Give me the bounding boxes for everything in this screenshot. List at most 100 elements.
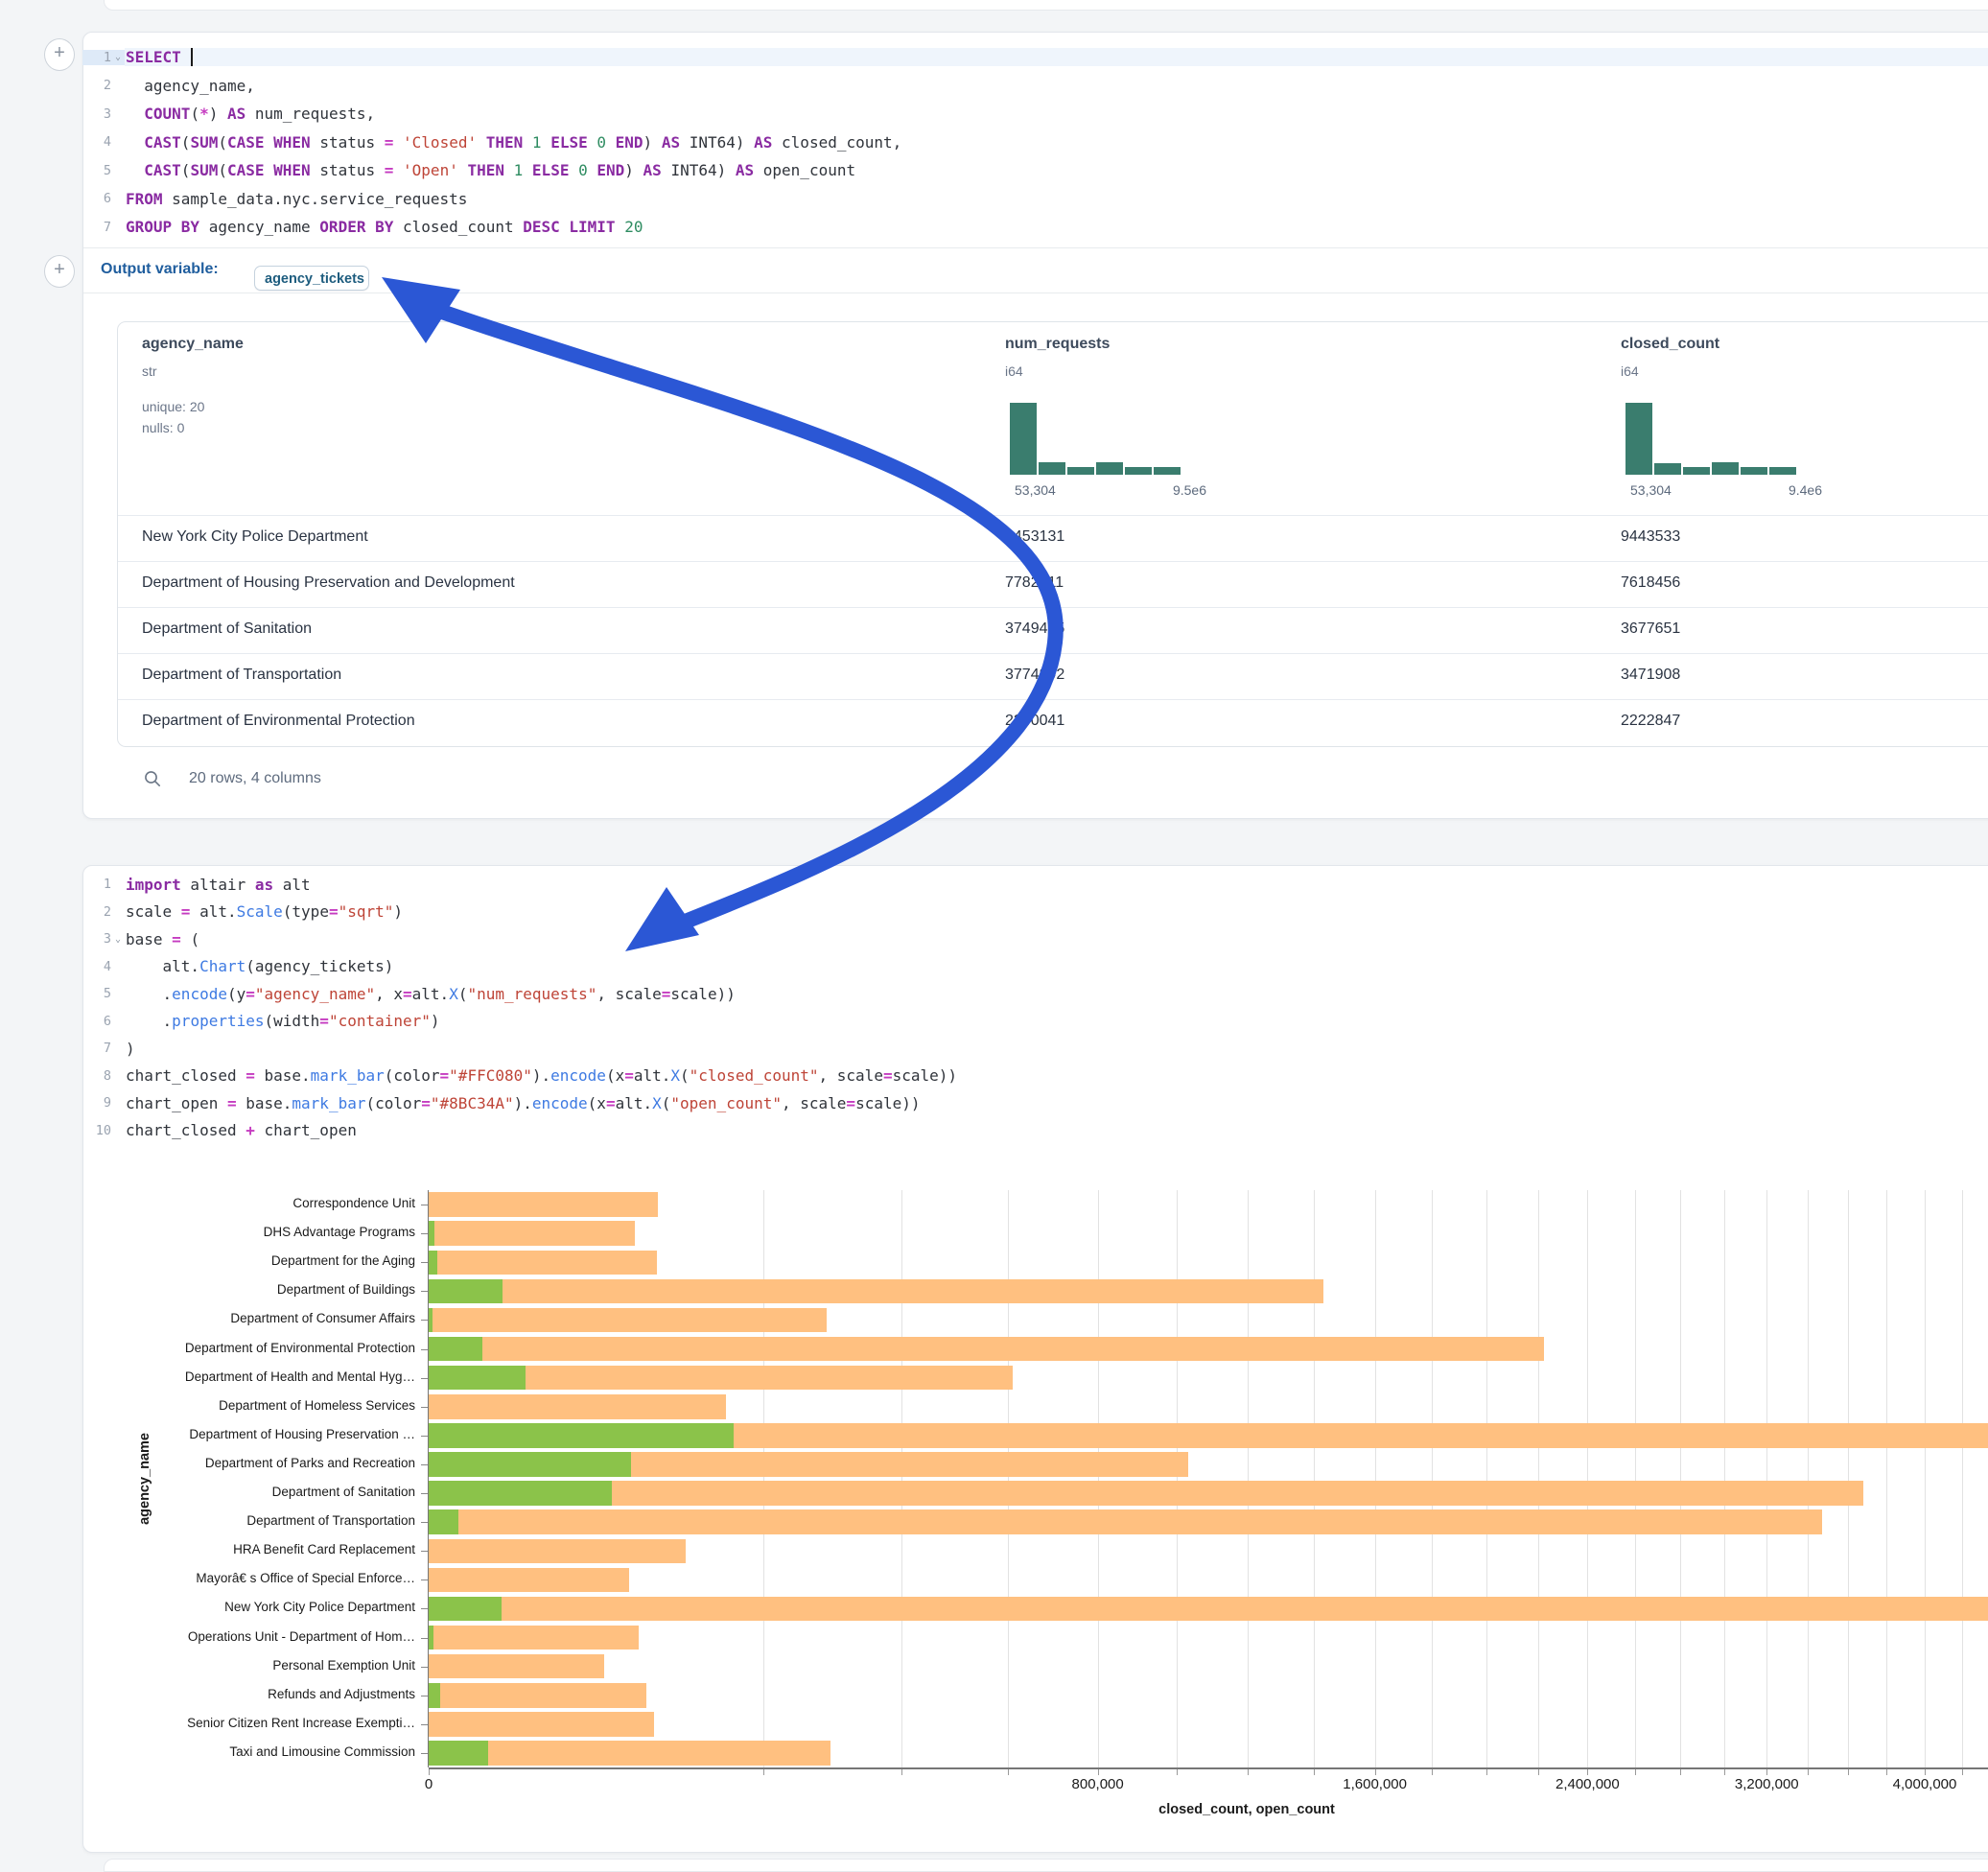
code-token: CAST — [144, 161, 181, 179]
code-token: chart_closed — [126, 1066, 246, 1085]
output-variable-badge[interactable]: agency_tickets — [254, 266, 369, 291]
y-axis-label: Department of Sanitation — [108, 1485, 415, 1502]
chart-gridline — [1635, 1190, 1636, 1767]
code-token — [393, 133, 403, 152]
column-header: num_requests — [1005, 336, 1389, 355]
code-line[interactable]: 6FROM sample_data.nyc.service_requests — [82, 185, 1988, 214]
code-line[interactable]: 5 .encode(y="agency_name", x=alt.X("num_… — [82, 980, 1988, 1008]
line-number: 5 — [104, 163, 111, 178]
y-axis-label: Operations Unit - Department of Hom… — [108, 1629, 415, 1647]
code-token: "open_count" — [670, 1094, 782, 1112]
open-count-bar — [429, 1509, 458, 1534]
line-gutter: 7 — [82, 1041, 125, 1056]
code-token: alt. — [412, 985, 450, 1003]
code-line[interactable]: 7) — [82, 1035, 1988, 1063]
open-count-bar — [429, 1626, 433, 1650]
line-number: 5 — [104, 986, 111, 1001]
code-token: (type — [283, 902, 329, 921]
x-axis-line — [429, 1767, 1988, 1769]
code-token: X — [670, 1066, 680, 1085]
code-line[interactable]: 10chart_closed + chart_open — [82, 1117, 1988, 1145]
code-text: alt.Chart(agency_tickets) — [125, 957, 1988, 975]
chart-gridline — [1538, 1190, 1539, 1767]
code-line[interactable]: 4 CAST(SUM(CASE WHEN status = 'Closed' T… — [82, 129, 1988, 157]
code-token: AS — [662, 133, 680, 152]
code-line[interactable]: 4 alt.Chart(agency_tickets) — [82, 953, 1988, 981]
code-token: base. — [237, 1094, 292, 1112]
add-cell-button-middle[interactable]: + — [44, 255, 75, 288]
open-count-bar — [429, 1366, 526, 1391]
closed-count-bar — [429, 1626, 639, 1650]
histogram-bar — [1067, 467, 1094, 475]
sql-editor[interactable]: 1⌄SELECT 2 agency_name,3 COUNT(*) AS num… — [82, 43, 1988, 242]
code-token: 'Closed' — [403, 133, 477, 152]
code-text: import altair as alt — [125, 876, 1988, 894]
code-token: . — [126, 1012, 172, 1030]
histogram-bar — [1712, 462, 1739, 475]
line-gutter: 2 — [82, 78, 125, 93]
line-gutter: 3⌄ — [82, 931, 125, 947]
x-axis-tick-label: 4,000,000 — [1858, 1776, 1988, 1793]
code-line[interactable]: 1import altair as alt — [82, 871, 1988, 899]
code-token: DESC — [523, 218, 560, 236]
open-count-bar — [429, 1423, 734, 1448]
histogram-bar — [1154, 467, 1181, 475]
open-count-bar — [429, 1279, 503, 1304]
y-axis-label: Department of Parks and Recreation — [108, 1456, 415, 1473]
histogram-bar — [1096, 462, 1123, 475]
y-axis-label: Department of Homeless Services — [108, 1398, 415, 1416]
code-line[interactable]: 2 agency_name, — [82, 72, 1988, 101]
line-number: 6 — [104, 191, 111, 206]
y-axis-label: Department of Buildings — [108, 1282, 415, 1299]
column-stat: unique: 20 — [142, 399, 430, 416]
code-token — [560, 218, 570, 236]
y-axis-label: Personal Exemption Unit — [108, 1658, 415, 1675]
code-token: alt. — [190, 902, 236, 921]
code-token: (agency_tickets) — [246, 957, 393, 975]
y-axis-label: Senior Citizen Rent Increase Exempti… — [108, 1716, 415, 1733]
code-line[interactable]: 1⌄SELECT — [82, 43, 1988, 72]
search-icon[interactable] — [144, 770, 161, 787]
x-axis-tick-label: 2,400,000 — [1520, 1776, 1654, 1793]
code-token: ELSE — [532, 161, 570, 179]
open-count-bar — [429, 1597, 502, 1622]
y-axis-label: Department for the Aging — [108, 1253, 415, 1271]
y-axis-tick — [421, 1436, 428, 1437]
x-axis-tick — [1925, 1769, 1926, 1775]
code-token: (x — [588, 1094, 606, 1112]
code-line[interactable]: 3⌄base = ( — [82, 925, 1988, 953]
code-token: = — [440, 1066, 450, 1085]
code-line[interactable]: 7GROUP BY agency_name ORDER BY closed_co… — [82, 213, 1988, 242]
code-line[interactable]: 8chart_closed = base.mark_bar(color="#FF… — [82, 1063, 1988, 1090]
code-line[interactable]: 5 CAST(SUM(CASE WHEN status = 'Open' THE… — [82, 156, 1988, 185]
code-token: chart_open — [255, 1121, 357, 1139]
code-token: , scale — [819, 1066, 883, 1085]
y-axis-label: Department of Environmental Protection — [108, 1341, 415, 1358]
code-text: chart_open = base.mark_bar(color="#8BC34… — [125, 1094, 1988, 1112]
closed-count-bar — [429, 1221, 635, 1246]
y-axis-label: Mayorâ€ s Office of Special Enforce… — [108, 1571, 415, 1588]
code-token: num_requests, — [246, 105, 375, 123]
line-number: 7 — [104, 1041, 111, 1056]
code-token: 0 — [596, 133, 606, 152]
code-token — [523, 133, 532, 152]
x-axis-title: closed_count, open_count — [1112, 1802, 1381, 1821]
code-text: ) — [125, 1040, 1988, 1058]
table-cell: Department of Environmental Protection — [142, 713, 1005, 734]
code-token: base. — [255, 1066, 311, 1085]
code-token: THEN — [486, 133, 524, 152]
code-token: ). — [514, 1094, 532, 1112]
x-axis-tick — [1432, 1769, 1433, 1775]
code-token: scale)) — [855, 1094, 920, 1112]
code-token — [588, 161, 597, 179]
code-token: = — [319, 1012, 329, 1030]
code-line[interactable]: 3 COUNT(*) AS num_requests, — [82, 100, 1988, 129]
histogram-bar — [1625, 403, 1652, 475]
code-line[interactable]: 9chart_open = base.mark_bar(color="#8BC3… — [82, 1089, 1988, 1117]
code-line[interactable]: 6 .properties(width="container") — [82, 1008, 1988, 1036]
python-editor[interactable]: 1import altair as alt2scale = alt.Scale(… — [82, 871, 1988, 1144]
line-gutter: 2 — [82, 904, 125, 920]
column-header: agency_name — [142, 336, 526, 355]
add-cell-button-top[interactable]: + — [44, 38, 75, 71]
code-line[interactable]: 2scale = alt.Scale(type="sqrt") — [82, 899, 1988, 926]
